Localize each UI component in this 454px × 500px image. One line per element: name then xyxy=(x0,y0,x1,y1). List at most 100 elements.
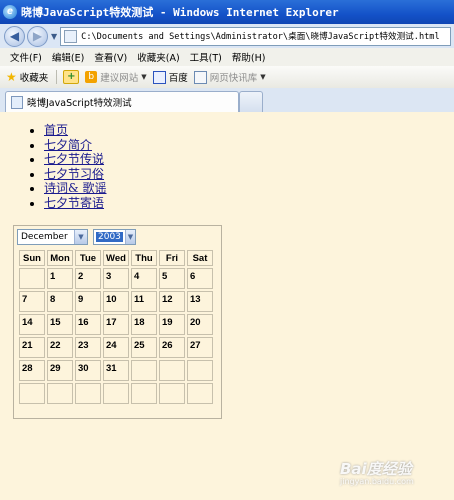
address-input[interactable]: C:\Documents and Settings\Administrator\… xyxy=(60,26,451,46)
day-cell[interactable]: 12 xyxy=(159,291,185,312)
list-item: 诗词& 歌谣 xyxy=(44,181,107,196)
day-cell[interactable]: 10 xyxy=(103,291,129,312)
day-cell[interactable]: 9 xyxy=(75,291,101,312)
weekday-header: Sat xyxy=(187,250,213,266)
suggested-sites-label: 建议网站 xyxy=(100,73,139,84)
day-cell[interactable] xyxy=(187,360,213,381)
day-cell[interactable] xyxy=(19,268,45,289)
day-cell[interactable]: 1 xyxy=(47,268,73,289)
calendar-grid: Sun Mon Tue Wed Thu Fri Sat 1 2 3 4 5 6 … xyxy=(17,248,215,406)
day-cell[interactable]: 16 xyxy=(75,314,101,335)
day-cell[interactable]: 22 xyxy=(47,337,73,358)
day-cell[interactable]: 8 xyxy=(47,291,73,312)
day-cell[interactable] xyxy=(159,360,185,381)
day-cell[interactable] xyxy=(103,383,129,404)
year-select[interactable]: 2003 ▼ xyxy=(93,229,136,245)
nav-link-home[interactable]: 首页 xyxy=(44,123,68,137)
day-cell[interactable] xyxy=(159,383,185,404)
favorites-label: 收藏夹 xyxy=(19,73,49,84)
day-cell[interactable] xyxy=(131,360,157,381)
add-to-favorites-icon[interactable]: + xyxy=(63,70,80,84)
nav-link-messages[interactable]: 七夕节寄语 xyxy=(44,196,104,210)
day-cell[interactable] xyxy=(75,383,101,404)
suggested-sites-button[interactable]: b 建议网站 ▼ xyxy=(85,70,147,84)
window-titlebar: e 晓博JavaScript特效测试 - Windows Internet Ex… xyxy=(0,0,454,24)
chevron-down-icon: ▼ xyxy=(260,73,266,81)
day-cell[interactable]: 20 xyxy=(187,314,213,335)
nav-link-legend[interactable]: 七夕节传说 xyxy=(44,152,104,166)
day-cell[interactable] xyxy=(19,383,45,404)
day-cell[interactable]: 19 xyxy=(159,314,185,335)
chevron-down-icon: ▼ xyxy=(74,230,87,244)
web-slice-gallery-button[interactable]: 网页快讯库 ▼ xyxy=(193,70,266,84)
weekday-header: Sun xyxy=(19,250,45,266)
day-cell[interactable]: 29 xyxy=(47,360,73,381)
address-url: C:\Documents and Settings\Administrator\… xyxy=(81,32,440,42)
menu-file[interactable]: 文件(F) xyxy=(10,50,42,64)
day-cell[interactable] xyxy=(47,383,73,404)
weekday-header-row: Sun Mon Tue Wed Thu Fri Sat xyxy=(19,250,213,266)
tab-title: 晓博JavaScript特效测试 xyxy=(27,98,132,109)
week-row: 1 2 3 4 5 6 xyxy=(19,268,213,289)
nav-link-poems[interactable]: 诗词& 歌谣 xyxy=(44,181,107,195)
address-row: ◀ ▶ ▼ C:\Documents and Settings\Administ… xyxy=(0,24,454,48)
list-item: 七夕节寄语 xyxy=(44,196,107,211)
day-cell[interactable]: 30 xyxy=(75,360,101,381)
day-cell[interactable]: 28 xyxy=(19,360,45,381)
weekday-header: Fri xyxy=(159,250,185,266)
new-tab-button[interactable] xyxy=(239,91,263,112)
day-cell[interactable]: 21 xyxy=(19,337,45,358)
day-cell[interactable]: 27 xyxy=(187,337,213,358)
week-row: 21 22 23 24 25 26 27 xyxy=(19,337,213,358)
page-content: 首页 七夕简介 七夕节传说 七夕节习俗 诗词& 歌谣 七夕节寄语 Decembe… xyxy=(0,112,454,500)
day-cell[interactable]: 15 xyxy=(47,314,73,335)
day-cell[interactable]: 5 xyxy=(159,268,185,289)
weekday-header: Mon xyxy=(47,250,73,266)
day-cell[interactable]: 23 xyxy=(75,337,101,358)
menu-view[interactable]: 查看(V) xyxy=(94,50,127,64)
tab-bar: 晓博JavaScript特效测试 xyxy=(0,88,454,113)
watermark-url: jingyan.baidu.com xyxy=(340,477,414,486)
day-cell[interactable]: 11 xyxy=(131,291,157,312)
day-cell[interactable]: 14 xyxy=(19,314,45,335)
month-select[interactable]: December ▼ xyxy=(17,229,88,245)
day-cell[interactable]: 6 xyxy=(187,268,213,289)
menu-help[interactable]: 帮助(H) xyxy=(232,50,266,64)
list-item: 七夕简介 xyxy=(44,138,107,153)
day-cell[interactable]: 26 xyxy=(159,337,185,358)
baidu-jingyan-watermark: Bai度经验 jingyan.baidu.com xyxy=(340,458,452,498)
day-cell[interactable] xyxy=(187,383,213,404)
nav-link-customs[interactable]: 七夕节习俗 xyxy=(44,167,104,181)
year-value: 2003 xyxy=(96,232,123,242)
day-cell[interactable]: 25 xyxy=(131,337,157,358)
menu-favorites[interactable]: 收藏夹(A) xyxy=(137,50,179,64)
history-dropdown-icon[interactable]: ▼ xyxy=(51,32,57,41)
chevron-down-icon: ▼ xyxy=(124,230,135,244)
nav-link-intro[interactable]: 七夕简介 xyxy=(44,138,92,152)
day-cell[interactable]: 13 xyxy=(187,291,213,312)
day-cell[interactable]: 24 xyxy=(103,337,129,358)
toolbar-separator xyxy=(56,70,58,84)
day-cell[interactable]: 7 xyxy=(19,291,45,312)
page-icon xyxy=(64,29,78,43)
menu-edit[interactable]: 编辑(E) xyxy=(52,50,84,64)
favorites-button[interactable]: ★ 收藏夹 xyxy=(6,70,48,84)
day-cell[interactable]: 4 xyxy=(131,268,157,289)
day-cell[interactable]: 2 xyxy=(75,268,101,289)
chevron-down-icon: ▼ xyxy=(141,73,147,81)
day-cell[interactable]: 17 xyxy=(103,314,129,335)
day-cell[interactable] xyxy=(131,383,157,404)
week-row: 14 15 16 17 18 19 20 xyxy=(19,314,213,335)
back-button[interactable]: ◀ xyxy=(4,25,25,47)
week-row xyxy=(19,383,213,404)
weekday-header: Wed xyxy=(103,250,129,266)
menu-tools[interactable]: 工具(T) xyxy=(190,50,222,64)
forward-button[interactable]: ▶ xyxy=(27,25,48,47)
menu-bar: 文件(F) 编辑(E) 查看(V) 收藏夹(A) 工具(T) 帮助(H) xyxy=(0,48,454,67)
baidu-link[interactable]: 百度 xyxy=(152,70,188,84)
tab-active[interactable]: 晓博JavaScript特效测试 xyxy=(5,91,239,112)
day-cell[interactable]: 3 xyxy=(103,268,129,289)
day-cell[interactable]: 31 xyxy=(103,360,129,381)
day-cell[interactable]: 18 xyxy=(131,314,157,335)
suggested-sites-icon: b xyxy=(85,71,98,83)
